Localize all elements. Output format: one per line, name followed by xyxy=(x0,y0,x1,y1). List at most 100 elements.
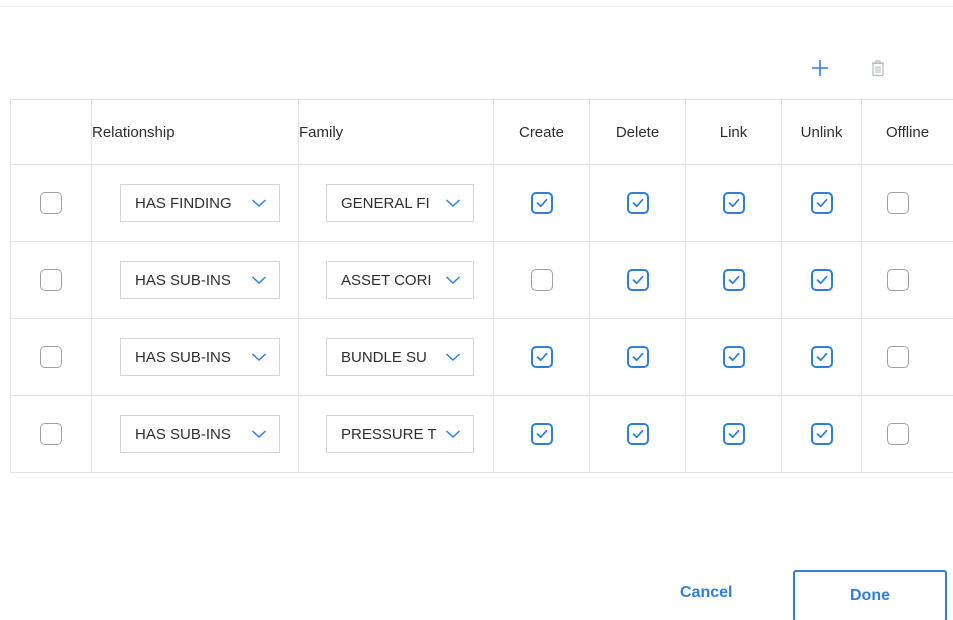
create-checkbox[interactable] xyxy=(530,423,553,445)
relationship-dropdown[interactable]: HAS FINDING xyxy=(120,184,280,222)
relationship-dropdown[interactable]: HAS SUB-INS xyxy=(120,261,280,299)
link-cell xyxy=(685,241,782,319)
trash-icon xyxy=(872,60,884,77)
header-family: Family xyxy=(298,99,494,165)
family-value: GENERAL FI xyxy=(341,194,430,212)
select-cell xyxy=(10,164,92,242)
create-checkbox[interactable] xyxy=(530,192,553,214)
checkmark-icon xyxy=(632,198,643,208)
table-row: HAS SUB-INS BUNDLE SU xyxy=(10,318,953,396)
checkmark-icon xyxy=(816,198,827,208)
checkmark-icon xyxy=(816,275,827,285)
unlink-cell xyxy=(781,164,862,242)
relationship-value: HAS SUB-INS xyxy=(135,271,231,289)
checkmark-icon xyxy=(728,275,739,285)
delete-cell xyxy=(589,318,686,396)
offline-checkbox[interactable] xyxy=(887,269,909,291)
chevron-down-icon xyxy=(445,199,461,208)
chevron-down-icon xyxy=(251,353,267,362)
link-checkbox[interactable] xyxy=(722,192,745,214)
unlink-cell xyxy=(781,318,862,396)
header-offline: Offline xyxy=(861,99,953,165)
select-cell xyxy=(10,241,92,319)
create-cell xyxy=(493,318,590,396)
family-cell: PRESSURE T xyxy=(298,395,494,473)
chevron-down-icon xyxy=(251,430,267,439)
relationship-dropdown[interactable]: HAS SUB-INS xyxy=(120,415,280,453)
done-button[interactable]: Done xyxy=(793,570,947,620)
checkmark-icon xyxy=(728,352,739,362)
chevron-down-icon xyxy=(445,430,461,439)
family-cell: GENERAL FI xyxy=(298,164,494,242)
table-toolbar xyxy=(806,54,892,82)
row-select-checkbox[interactable] xyxy=(40,192,62,214)
create-cell xyxy=(493,241,590,319)
table-row: HAS SUB-INS PRESSURE T xyxy=(10,395,953,473)
chevron-down-icon xyxy=(445,353,461,362)
header-link: Link xyxy=(685,99,782,165)
family-dropdown[interactable]: BUNDLE SU xyxy=(326,338,474,376)
delete-checkbox[interactable] xyxy=(626,192,649,214)
unlink-checkbox[interactable] xyxy=(810,192,833,214)
checkmark-icon xyxy=(728,198,739,208)
top-divider xyxy=(0,6,953,7)
delete-checkbox[interactable] xyxy=(626,269,649,291)
checkmark-icon xyxy=(536,198,547,208)
family-cell: ASSET CORI xyxy=(298,241,494,319)
family-dropdown[interactable]: ASSET CORI xyxy=(326,261,474,299)
relationship-cell: HAS SUB-INS xyxy=(91,395,299,473)
row-select-checkbox[interactable] xyxy=(40,423,62,445)
offline-checkbox[interactable] xyxy=(887,423,909,445)
chevron-down-icon xyxy=(251,199,267,208)
create-checkbox[interactable] xyxy=(530,269,553,291)
row-select-checkbox[interactable] xyxy=(40,269,62,291)
link-checkbox[interactable] xyxy=(722,269,745,291)
family-dropdown[interactable]: PRESSURE T xyxy=(326,415,474,453)
checkmark-icon xyxy=(816,429,827,439)
checkmark-icon xyxy=(728,429,739,439)
delete-cell xyxy=(589,164,686,242)
relationship-cell: HAS SUB-INS xyxy=(91,241,299,319)
family-cell: BUNDLE SU xyxy=(298,318,494,396)
create-checkbox[interactable] xyxy=(530,346,553,368)
delete-checkbox[interactable] xyxy=(626,423,649,445)
header-unlink: Unlink xyxy=(781,99,862,165)
unlink-checkbox[interactable] xyxy=(810,346,833,368)
relationship-cell: HAS FINDING xyxy=(91,164,299,242)
row-select-checkbox[interactable] xyxy=(40,346,62,368)
checkmark-icon xyxy=(536,429,547,439)
unlink-cell xyxy=(781,241,862,319)
delete-cell xyxy=(589,241,686,319)
link-checkbox[interactable] xyxy=(722,423,745,445)
chevron-down-icon xyxy=(445,276,461,285)
relationship-cell: HAS SUB-INS xyxy=(91,318,299,396)
add-row-button[interactable] xyxy=(806,54,834,82)
offline-checkbox[interactable] xyxy=(887,192,909,214)
family-value: BUNDLE SU xyxy=(341,348,427,366)
delete-cell xyxy=(589,395,686,473)
table-header-row: Relationship Family Create Delete Link U… xyxy=(10,99,953,165)
offline-cell xyxy=(861,241,953,319)
cancel-button[interactable]: Cancel xyxy=(680,584,732,602)
relationships-table: Relationship Family Create Delete Link U… xyxy=(10,99,953,473)
family-dropdown[interactable]: GENERAL FI xyxy=(326,184,474,222)
relationship-dropdown[interactable]: HAS SUB-INS xyxy=(120,338,280,376)
offline-cell xyxy=(861,164,953,242)
checkmark-icon xyxy=(632,429,643,439)
select-cell xyxy=(10,318,92,396)
plus-icon xyxy=(812,60,828,76)
family-value: ASSET CORI xyxy=(341,271,432,289)
dialog-footer: Cancel Done xyxy=(0,570,953,620)
relationship-value: HAS SUB-INS xyxy=(135,425,231,443)
delete-row-button[interactable] xyxy=(864,54,892,82)
relationship-permissions-dialog: Relationship Family Create Delete Link U… xyxy=(0,0,953,620)
offline-cell xyxy=(861,318,953,396)
delete-checkbox[interactable] xyxy=(626,346,649,368)
link-checkbox[interactable] xyxy=(722,346,745,368)
unlink-checkbox[interactable] xyxy=(810,423,833,445)
unlink-checkbox[interactable] xyxy=(810,269,833,291)
table-row: HAS SUB-INS ASSET CORI xyxy=(10,241,953,319)
relationship-value: HAS SUB-INS xyxy=(135,348,231,366)
offline-checkbox[interactable] xyxy=(887,346,909,368)
checkmark-icon xyxy=(632,275,643,285)
